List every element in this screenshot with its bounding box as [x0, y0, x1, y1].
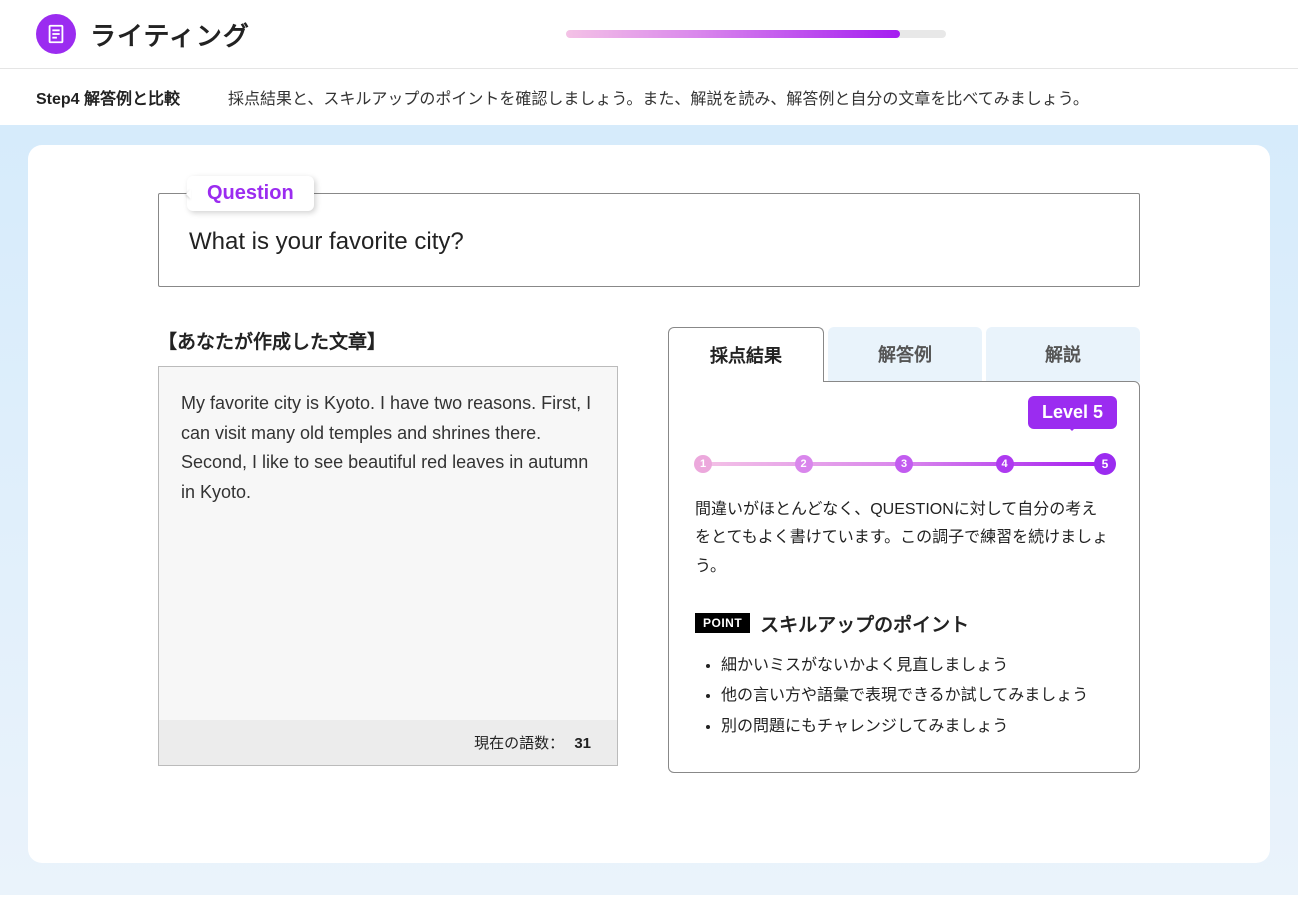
- result-description: 間違いがほとんどなく、QUESTIONに対して自分の考えをとてもよく書けています…: [695, 496, 1113, 582]
- your-text-body: My favorite city is Kyoto. I have two re…: [159, 367, 617, 720]
- level-badge: Level 5: [1028, 396, 1117, 429]
- result-tabs: 採点結果 解答例 解説: [668, 327, 1140, 382]
- point-item: 別の問題にもチャレンジしてみましょう: [721, 712, 1113, 742]
- word-count-value: 31: [574, 735, 591, 752]
- progress-bar: [566, 30, 946, 38]
- app-header: ライティング: [0, 0, 1298, 69]
- subheader: Step4 解答例と比較 採点結果と、スキルアップのポイントを確認しましょう。ま…: [0, 69, 1298, 125]
- tab-sample-answer[interactable]: 解答例: [828, 327, 982, 382]
- document-icon: [36, 14, 76, 54]
- question-box: Question What is your favorite city?: [158, 193, 1140, 287]
- point-list: 細かいミスがないかよく見直しましょう 他の言い方や語彙で表現できるか試してみまし…: [695, 651, 1113, 742]
- point-title: スキルアップのポイント: [760, 610, 969, 637]
- point-item: 細かいミスがないかよく見直しましょう: [721, 651, 1113, 681]
- word-count: 現在の語数： 31: [159, 720, 617, 765]
- progress-fill: [566, 30, 900, 38]
- step-description: 採点結果と、スキルアップのポイントを確認しましょう。また、解説を読み、解答例と自…: [228, 85, 1089, 109]
- your-text-box: My favorite city is Kyoto. I have two re…: [158, 366, 618, 766]
- your-text-label: 【あなたが作成した文章】: [158, 327, 618, 354]
- level-dot-2: 2: [795, 455, 813, 473]
- level-dot-5: 5: [1094, 453, 1116, 475]
- question-text: What is your favorite city?: [189, 228, 1109, 256]
- point-item: 他の言い方や語彙で表現できるか試してみましょう: [721, 681, 1113, 711]
- tab-panel-grading: Level 5 1 2 3 4 5 間違いがほとんどなく、QUESTIONに対し…: [668, 381, 1140, 774]
- tab-explanation[interactable]: 解説: [986, 327, 1140, 382]
- level-dot-1: 1: [694, 455, 712, 473]
- level-dot-4: 4: [996, 455, 1014, 473]
- main-card: Question What is your favorite city? 【あな…: [28, 145, 1270, 863]
- point-tag: POINT: [695, 613, 750, 633]
- step-label: Step4 解答例と比較: [36, 85, 180, 109]
- tab-grading[interactable]: 採点結果: [668, 327, 824, 382]
- page-title: ライティング: [90, 16, 250, 53]
- level-dot-3: 3: [895, 455, 913, 473]
- question-tag: Question: [187, 176, 314, 211]
- level-track: 1 2 3 4 5: [703, 456, 1105, 472]
- word-count-label: 現在の語数：: [474, 735, 564, 752]
